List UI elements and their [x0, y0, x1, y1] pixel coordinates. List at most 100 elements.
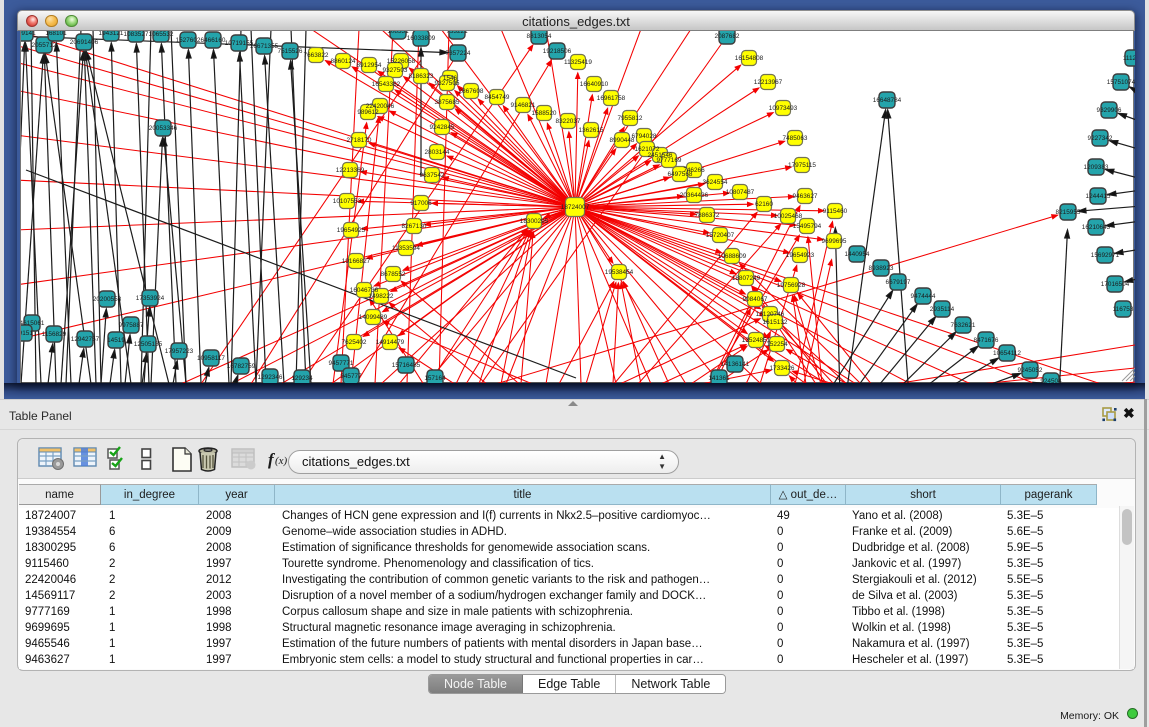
- svg-text:19166827: 19166827: [342, 258, 371, 265]
- svg-text:9474444: 9474444: [911, 293, 936, 300]
- svg-text:2087682: 2087682: [715, 33, 740, 40]
- svg-text:7485063: 7485063: [783, 135, 808, 142]
- svg-text:16648784: 16648784: [873, 97, 902, 104]
- svg-text:10025468: 10025468: [774, 213, 803, 220]
- svg-text:8678552: 8678552: [381, 271, 406, 278]
- svg-text:17016504: 17016504: [1101, 281, 1130, 288]
- svg-text:8322037: 8322037: [556, 118, 581, 125]
- svg-text:9457771: 9457771: [329, 360, 354, 367]
- svg-text:9245052: 9245052: [1018, 367, 1043, 374]
- svg-text:16543382: 16543382: [372, 81, 401, 88]
- svg-text:7632621: 7632621: [951, 322, 976, 329]
- svg-text:15751074: 15751074: [1107, 79, 1135, 86]
- svg-text:10958117: 10958117: [197, 355, 225, 362]
- svg-text:6466160: 6466160: [201, 37, 226, 44]
- svg-text:7625402: 7625402: [342, 339, 367, 346]
- svg-text:8912954: 8912954: [357, 62, 382, 69]
- svg-text:17353924: 17353924: [136, 295, 165, 302]
- svg-text:15495794: 15495794: [793, 223, 822, 230]
- svg-text:1209383: 1209383: [1084, 164, 1109, 171]
- svg-text:8938923: 8938923: [869, 265, 894, 272]
- svg-text:1498222: 1498222: [369, 293, 394, 300]
- svg-text:16640910: 16640910: [580, 81, 609, 88]
- svg-text:16671355: 16671355: [250, 43, 279, 50]
- svg-text:8186323: 8186323: [409, 73, 434, 80]
- svg-text:9975887: 9975887: [119, 322, 144, 329]
- svg-text:15720407: 15720407: [706, 232, 735, 239]
- svg-text:2718170: 2718170: [347, 137, 372, 144]
- svg-text:9699695: 9699695: [822, 238, 847, 245]
- svg-text:7515526: 7515526: [278, 48, 303, 55]
- svg-text:989612: 989612: [357, 109, 379, 116]
- svg-text:1065532: 1065532: [149, 31, 174, 38]
- svg-text:3624554: 3624554: [703, 179, 728, 186]
- svg-text:2803144: 2803144: [425, 149, 450, 156]
- svg-text:9327505: 9327505: [435, 80, 460, 87]
- svg-text:9115460: 9115460: [823, 208, 848, 215]
- svg-text:152254: 152254: [766, 341, 788, 348]
- svg-text:15692971: 15692971: [1091, 252, 1120, 259]
- svg-text:20053346: 20053346: [149, 125, 178, 132]
- svg-text:11325419: 11325419: [564, 59, 592, 66]
- svg-text:16120746: 16120746: [756, 311, 785, 318]
- svg-text:9146821: 9146821: [511, 102, 536, 109]
- svg-text:8813054: 8813054: [527, 33, 552, 40]
- svg-text:17957223: 17957223: [165, 348, 194, 355]
- svg-text:20364436: 20364436: [680, 192, 709, 199]
- svg-text:10654112: 10654112: [993, 350, 1021, 357]
- svg-text:1440954: 1440954: [845, 251, 870, 258]
- svg-text:9777169: 9777169: [657, 157, 682, 164]
- svg-text:10973493: 10973493: [769, 105, 798, 112]
- svg-text:19756928: 19756928: [777, 282, 806, 289]
- svg-text:16961758: 16961758: [597, 95, 626, 102]
- svg-text:14914479: 14914479: [376, 339, 405, 346]
- svg-text:39151: 39151: [21, 330, 33, 337]
- svg-text:14136141: 14136141: [721, 361, 750, 368]
- svg-text:10807487: 10807487: [726, 189, 755, 196]
- svg-text:111217: 111217: [1123, 55, 1135, 62]
- svg-text:9242845: 9242845: [430, 124, 455, 131]
- svg-text:7955812: 7955812: [618, 115, 643, 122]
- svg-text:10688609: 10688609: [718, 253, 747, 260]
- svg-text:1292346: 1292346: [258, 374, 283, 381]
- svg-text:3875685: 3875685: [435, 99, 460, 106]
- svg-text:9329906: 9329906: [1097, 107, 1122, 114]
- svg-text:141361: 141361: [708, 375, 730, 382]
- svg-text:15226058: 15226058: [387, 58, 416, 65]
- svg-text:8454749: 8454749: [485, 94, 510, 101]
- svg-text:6794028: 6794028: [632, 133, 657, 140]
- svg-text:12942757: 12942757: [71, 336, 100, 343]
- svg-text:20691406: 20691406: [70, 39, 99, 46]
- svg-text:(x): (x): [275, 455, 288, 467]
- svg-text:7357224: 7357224: [446, 50, 471, 57]
- svg-text:1156829: 1156829: [42, 331, 67, 338]
- svg-text:2935114: 2935114: [930, 306, 955, 313]
- svg-text:7663822: 7663822: [304, 52, 329, 59]
- svg-text:4615061: 4615061: [21, 320, 45, 327]
- svg-text:19654925: 19654925: [337, 227, 366, 234]
- svg-text:1943121: 1943121: [99, 31, 124, 37]
- svg-text:129234: 129234: [291, 375, 313, 382]
- svg-text:1244415: 1244415: [1086, 193, 1111, 200]
- svg-text:19654923: 19654923: [786, 252, 815, 259]
- svg-text:16210643: 16210643: [1082, 224, 1111, 231]
- svg-text:168101: 168101: [45, 31, 67, 37]
- svg-text:20200558: 20200558: [93, 296, 122, 303]
- svg-text:2055712: 2055712: [32, 42, 57, 49]
- svg-text:6497568: 6497568: [668, 171, 693, 178]
- svg-text:2867608: 2867608: [459, 88, 484, 95]
- svg-text:12213369: 12213369: [336, 167, 365, 174]
- svg-text:8267130: 8267130: [402, 223, 427, 230]
- svg-text:18807249: 18807249: [732, 275, 761, 282]
- svg-text:18300295: 18300295: [520, 218, 549, 225]
- svg-text:9463627: 9463627: [793, 193, 818, 200]
- svg-text:1527602: 1527602: [176, 37, 201, 44]
- svg-text:8471676: 8471676: [974, 337, 999, 344]
- svg-text:19538454: 19538454: [605, 269, 634, 276]
- svg-text:11353594: 11353594: [392, 245, 420, 252]
- svg-text:12505135: 12505135: [134, 341, 163, 348]
- svg-text:1588520: 1588520: [532, 110, 557, 117]
- svg-text:17975115: 17975115: [788, 162, 816, 169]
- svg-text:1362615: 1362615: [579, 127, 604, 134]
- svg-text:15716485: 15716485: [392, 362, 421, 369]
